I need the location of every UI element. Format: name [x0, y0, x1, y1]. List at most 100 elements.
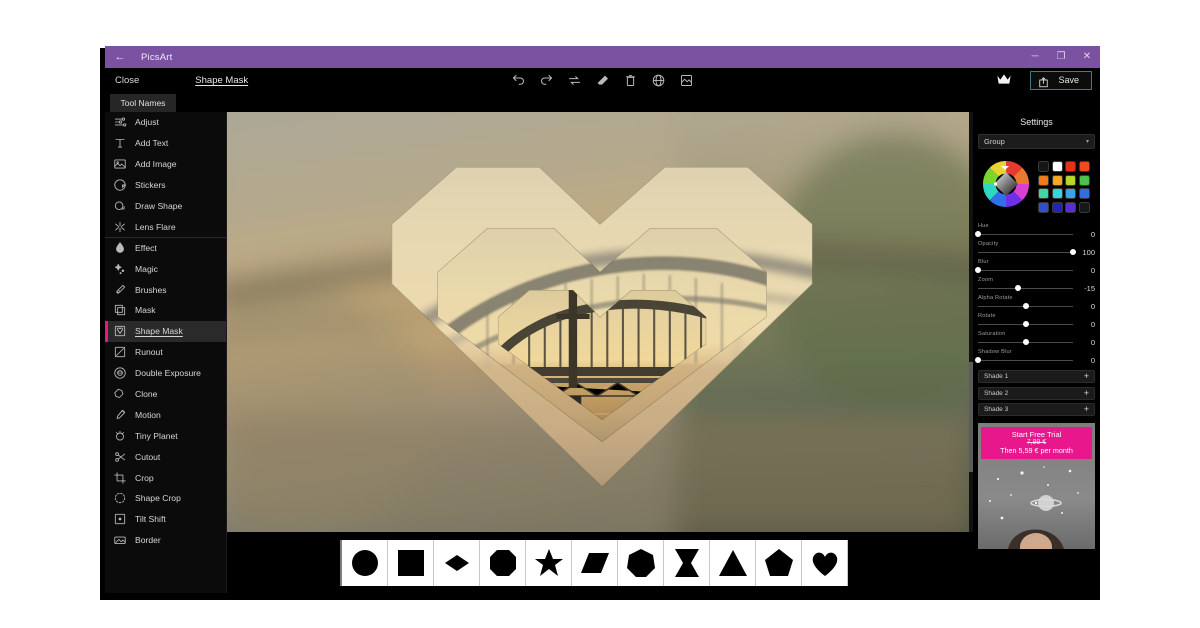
slider-value: 0	[1090, 337, 1095, 347]
back-arrow-icon[interactable]: ←	[105, 46, 135, 68]
color-wheel-picker[interactable]	[980, 158, 1032, 210]
sidebar-item-draw-shape[interactable]: Draw Shape	[105, 196, 226, 217]
slider-alpha-rotate[interactable]: Alpha Rotate 0	[978, 295, 1095, 311]
sidebar-item-crop[interactable]: Crop	[105, 467, 226, 488]
reset-icon[interactable]	[567, 73, 582, 88]
sidebar-item-tiny-planet[interactable]: Tiny Planet	[105, 425, 226, 446]
crown-icon[interactable]	[996, 73, 1012, 87]
slider-knob[interactable]	[1014, 285, 1021, 291]
slider-saturation[interactable]: Saturation 0	[978, 331, 1095, 347]
color-swatch-11[interactable]	[1078, 188, 1090, 199]
color-swatch-12[interactable]	[1038, 201, 1049, 213]
heptagon-shape[interactable]	[618, 539, 664, 586]
tool-names-tab[interactable]: Tool Names	[110, 94, 176, 112]
triangle-shape[interactable]	[710, 539, 756, 586]
sidebar-item-magic[interactable]: Magic	[105, 258, 226, 279]
sidebar-item-shape-crop[interactable]: Shape Crop	[105, 488, 226, 509]
close-editor-button[interactable]: Close	[115, 75, 139, 86]
slider-track[interactable]	[978, 302, 1073, 310]
heart-shape[interactable]	[802, 539, 848, 586]
slider-knob[interactable]	[975, 231, 981, 237]
add-shade-icon[interactable]: +	[1084, 405, 1089, 414]
color-swatch-2[interactable]	[1065, 161, 1076, 172]
color-swatch-1[interactable]	[1051, 161, 1063, 172]
color-swatch-10[interactable]	[1065, 188, 1076, 199]
square-shape[interactable]	[388, 539, 434, 586]
sidebar-item-brushes[interactable]: Brushes	[105, 279, 226, 300]
color-swatch-5[interactable]	[1051, 174, 1063, 186]
color-swatch-14[interactable]	[1065, 201, 1076, 213]
slider-track[interactable]	[978, 320, 1073, 328]
promo-banner[interactable]: Start Free Trial 7,99 € Then 5,59 € per …	[981, 427, 1092, 459]
canvas-scrollbar[interactable]	[969, 112, 973, 532]
add-shade-icon[interactable]: +	[1084, 372, 1089, 381]
sidebar-item-double-exposure[interactable]: Double Exposure	[105, 363, 226, 384]
shade-row-1[interactable]: Shade 1 +	[978, 370, 1095, 383]
canvas-area	[227, 112, 973, 593]
slider-track[interactable]	[978, 284, 1073, 292]
diamond-shape[interactable]	[434, 539, 480, 586]
slider-track[interactable]	[975, 356, 1073, 364]
color-swatch-15[interactable]	[1078, 201, 1090, 213]
slider-knob[interactable]	[1022, 303, 1029, 309]
sidebar-item-shape-mask[interactable]: Shape Mask	[105, 320, 226, 342]
sidebar-item-effect[interactable]: Effect	[105, 237, 226, 258]
slider-hue[interactable]: Hue 0	[975, 223, 1095, 239]
slider-track[interactable]	[978, 248, 1076, 256]
shade-row-2[interactable]: Shade 2 +	[978, 386, 1095, 400]
sidebar-item-add-image[interactable]: Add Image	[105, 154, 226, 175]
sidebar-item-cutout[interactable]: Cutout	[105, 446, 226, 467]
sidebar-item-adjust[interactable]: Adjust	[105, 112, 226, 133]
delete-icon[interactable]	[623, 73, 638, 88]
undo-icon[interactable]	[511, 73, 526, 88]
slider-blur[interactable]: Blur 0	[975, 259, 1095, 275]
slider-knob[interactable]	[975, 357, 981, 363]
star-shape[interactable]	[526, 539, 572, 586]
sidebar-item-mask[interactable]: Mask	[105, 300, 226, 321]
hourglass-shape[interactable]	[664, 539, 710, 586]
redo-icon[interactable]	[539, 73, 554, 88]
slider-track[interactable]	[978, 338, 1073, 346]
circle-shape[interactable]	[342, 539, 388, 586]
slider-knob[interactable]	[1022, 339, 1029, 345]
slider-knob[interactable]	[1022, 321, 1029, 327]
add-shade-icon[interactable]: +	[1084, 388, 1089, 398]
sidebar-item-add-text[interactable]: Add Text	[105, 133, 226, 154]
sidebar-item-motion[interactable]: Motion	[105, 404, 226, 425]
color-swatch-6[interactable]	[1065, 174, 1076, 186]
slider-shadow-blur[interactable]: Shadow Blur 0	[975, 349, 1095, 365]
group-dropdown[interactable]: Group ▾	[978, 134, 1095, 149]
promo-card[interactable]: Start Free Trial 7,99 € Then 5,59 € per …	[978, 423, 1095, 549]
color-swatch-4[interactable]	[1038, 174, 1049, 186]
slider-knob[interactable]	[1070, 249, 1076, 255]
slider-knob[interactable]	[975, 267, 981, 273]
slider-rotate[interactable]: Rotate 0	[978, 313, 1095, 329]
sidebar-item-label: Mask	[135, 305, 156, 316]
slider-track[interactable]	[975, 230, 1073, 238]
color-swatch-3[interactable]	[1078, 161, 1090, 172]
fit-frame-icon[interactable]	[679, 73, 694, 88]
sidebar-item-stickers[interactable]: Stickers	[105, 175, 226, 196]
sidebar-item-clone[interactable]: Clone	[105, 384, 226, 405]
image-canvas[interactable]	[227, 112, 973, 532]
slider-value: 0	[1090, 319, 1095, 329]
globe-icon[interactable]	[651, 73, 666, 88]
sidebar-item-runout[interactable]: Runout	[105, 342, 226, 363]
sidebar-item-border[interactable]: Border	[105, 530, 226, 551]
color-swatch-13[interactable]	[1051, 201, 1063, 213]
sidebar-item-tilt-shift[interactable]: Tilt Shift	[105, 509, 226, 530]
parallelogram-shape[interactable]	[572, 539, 618, 586]
color-swatch-0[interactable]	[1038, 161, 1049, 172]
octagon-shape[interactable]	[480, 539, 526, 586]
color-swatch-8[interactable]	[1038, 188, 1049, 199]
slider-opacity[interactable]: Opacity 100	[978, 241, 1095, 257]
color-swatch-9[interactable]	[1051, 188, 1063, 199]
pentagon-shape[interactable]	[756, 539, 802, 586]
eraser-icon[interactable]	[595, 73, 610, 88]
color-swatch-7[interactable]	[1078, 174, 1090, 186]
save-button[interactable]: Save	[1030, 70, 1092, 90]
shade-row-3[interactable]: Shade 3 +	[978, 403, 1095, 416]
sidebar-item-lens-flare[interactable]: Lens Flare	[105, 216, 226, 237]
slider-zoom[interactable]: Zoom -15	[978, 277, 1095, 293]
slider-track[interactable]	[975, 266, 1073, 274]
